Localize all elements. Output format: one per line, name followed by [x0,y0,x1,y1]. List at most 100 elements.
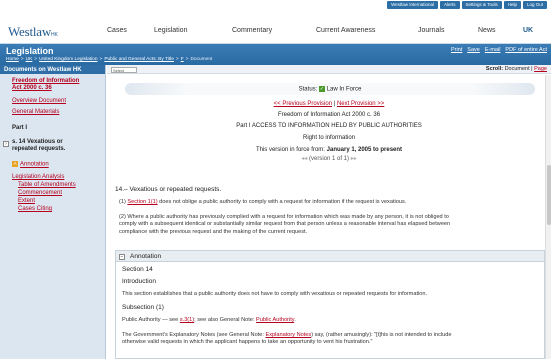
tab-current-awareness[interactable]: Current Awareness [316,27,375,34]
status-text: Status: ✓ Law In Force [125,86,535,93]
gov-pre: The Government's Explanatory Notes (see … [122,332,264,338]
document-actions: Print Save E-mail PDF of entire Act [451,47,547,53]
logo-suffix: HK [51,32,58,38]
right-heading: Right to information [302,135,356,141]
select-dropdown[interactable]: Select [111,66,137,73]
pa-pre: Public Authority — see [122,317,179,323]
subsection-2-line2: comply with a subsequent identical or su… [119,221,451,228]
subsection-2: (2) Where a public authority has previou… [119,214,543,236]
help-link[interactable]: Help [503,1,521,9]
vertical-scrollbar[interactable] [545,75,551,359]
status-label: Status: [298,86,318,93]
public-authority-link[interactable]: Public Authority [256,317,294,323]
sidebar-act-title-line1[interactable]: Freedom of Information [12,78,79,84]
main-nav: WestlawHK Cases Legislation Commentary C… [0,10,551,44]
print-button[interactable]: Print [451,47,462,53]
section-heading: 14.– Vexatious or repeated requests. [115,186,222,193]
tab-uk[interactable]: UK [523,27,533,34]
utility-links: Westlaw International Alerts Settings & … [385,1,547,9]
annotation-title: Annotation [130,253,162,260]
sidebar-header: Documents on Westlaw HK [0,65,105,74]
page-title: Legislation [6,46,54,56]
expand-arrow-icon[interactable]: › [3,141,9,147]
sidebar-overview-document[interactable]: Overview Document [12,98,66,104]
document-toolbar: Select Scroll: Document | Page [107,65,551,74]
s3-1-link[interactable]: s.3(1) [180,317,194,323]
sidebar-table-of-amendments[interactable]: Table of Amendments [18,182,76,188]
westlaw-logo[interactable]: WestlawHK [8,24,58,40]
scroll-label: Scroll: [485,66,504,72]
tab-commentary[interactable]: Commentary [232,27,272,34]
subsection-1-number: (1) [119,199,126,205]
sidebar-part-label: Part I [12,125,28,131]
save-button[interactable]: Save [467,47,480,53]
tab-journals[interactable]: Journals [418,27,444,34]
provision-nav: << Previous Provision | Next Provision >… [273,101,385,107]
version-count-line: ◂◂ (version 1 of 1) ▸▸ [107,155,551,162]
status-value: Law In Force [326,86,362,93]
tab-cases[interactable]: Cases [107,27,127,34]
sidebar-cases-citing[interactable]: Cases Citing [18,206,52,212]
gov-post: ) say, (rather amusingly): "[t]his is no… [311,332,452,338]
documents-sidebar: Documents on Westlaw HK Freedom of Infor… [0,65,106,359]
explanatory-note: The Government's Explanatory Notes (see … [122,332,537,339]
status-bar: Status: ✓ Law In Force [125,83,535,95]
breadcrumb: Home > UK > United Kingdom Legislation > Pu… [6,57,212,62]
next-version-icon[interactable]: ▸▸ [351,156,357,162]
westlaw-international-link[interactable]: Westlaw International [387,1,439,9]
breadcrumb-separator: > [99,57,103,62]
tab-legislation[interactable]: Legislation [154,27,187,34]
sidebar-act-title-line2[interactable]: Act 2000 c. 36 [12,85,52,91]
explanatory-notes-link[interactable]: Explanatory Notes [265,332,311,338]
collapse-icon[interactable]: − [119,253,125,260]
email-button[interactable]: E-mail [485,47,501,53]
subsection-2-line3: compliance with the previous request and… [119,228,308,235]
sidebar-annotation-label: Annotation [20,161,49,168]
breadcrumb-separator: > [185,57,189,62]
sidebar-legislation-analysis[interactable]: Legislation Analysis [12,174,64,180]
breadcrumb-uk[interactable]: UK [26,57,33,62]
sidebar-section-line2[interactable]: repeated requests. [12,146,65,152]
section-1-1-link[interactable]: Section 1(1) [127,199,157,205]
explanatory-note-line2: otherwise valid requests in which the ap… [122,339,373,345]
sidebar-general-materials[interactable]: General Materials [12,109,59,115]
sidebar-annotation[interactable]: A Annotation [12,161,49,168]
document-content: Select Scroll: Document | Page Status: ✓… [107,65,551,359]
annotation-section: Section 14 [122,266,153,273]
settings-tools-link[interactable]: Settings & Tools [461,1,502,9]
breadcrumb-public-acts[interactable]: Public and General Acts: By Title [104,57,174,62]
sidebar-extent[interactable]: Extent [18,198,35,204]
scroll-page[interactable]: Page [534,66,547,72]
alerts-link[interactable]: Alerts [440,1,460,9]
legislation-header: Legislation Home > UK > United Kingdom Leg… [0,44,551,65]
sidebar-section-line1[interactable]: s. 14 Vexatious or [12,139,63,145]
breadcrumb-document: Document [190,57,213,62]
annotation-header[interactable]: − Annotation [116,251,544,262]
subsection-1-heading: Subsection (1) [122,304,164,311]
next-provision-link[interactable]: Next Provision >> [337,101,384,107]
act-title: Freedom of Information Act 2000 c. 36 [277,112,381,118]
logout-link[interactable]: Log Out [522,1,547,9]
scrollbar-thumb[interactable] [547,165,551,225]
logo-text: Westlaw [8,24,52,39]
subsection-1: (1) Section 1(1) does not oblige a publi… [119,199,543,206]
pdf-entire-act-button[interactable]: PDF of entire Act [505,47,547,53]
annotation-panel: − Annotation Section 14 Introduction Thi… [115,250,545,359]
subsection-2-line1: (2) Where a public authority has previou… [119,214,449,220]
pa-mid: ; see also General Note: [194,317,255,323]
breadcrumb-separator: > [175,57,179,62]
breadcrumb-home[interactable]: Home [6,57,19,62]
tab-news[interactable]: News [478,27,496,34]
scroll-document[interactable]: Document [505,66,530,72]
introduction-heading: Introduction [122,278,156,285]
breadcrumb-uk-legislation[interactable]: United Kingdom Legislation [39,57,97,62]
prev-version-icon[interactable]: ◂◂ [301,156,307,162]
breadcrumb-separator: > [34,57,38,62]
sidebar-commencement[interactable]: Commencement [18,190,62,196]
previous-provision-link[interactable]: << Previous Provision [274,101,332,107]
public-authority-note: Public Authority — see s.3(1); see also … [122,317,296,323]
breadcrumb-f[interactable]: F [181,57,184,62]
version-date: January 1, 2005 to present [326,147,403,153]
introduction-text: This section establishes that a public a… [122,291,428,297]
version-count: (version 1 of 1) [308,156,350,162]
